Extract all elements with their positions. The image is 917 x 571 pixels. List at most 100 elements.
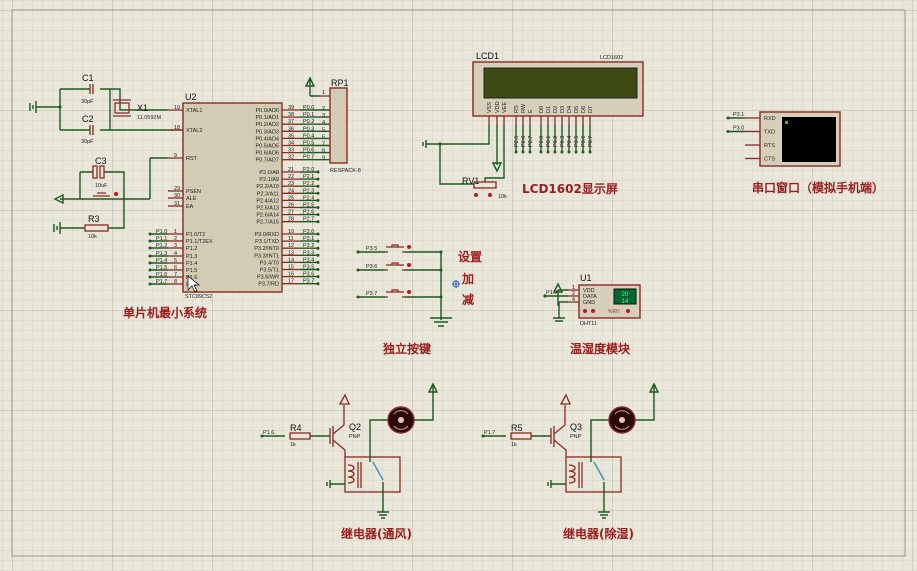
mcu-pin-name: P0.0/AD0 (255, 108, 279, 114)
x1-value: 11.0592M (137, 115, 161, 121)
mcu-pin-name: P3.5/T1 (260, 268, 279, 274)
mcu-pin-number: 15 (288, 265, 294, 271)
lcd-pin-name: D2 (553, 106, 559, 113)
rp1-pin-number: 2 (322, 106, 325, 112)
mcu-part: STC89C52 (185, 294, 212, 300)
mcu-pin-number: 4 (174, 251, 177, 257)
terminal-pin-name: CTS (764, 157, 775, 163)
net-label: P3.2 (303, 243, 314, 249)
net-terminal (514, 150, 518, 154)
relay2-block-label: 继电器(除湿) (563, 526, 634, 541)
mcu-pin-name: PSEN (186, 189, 201, 195)
mcu-pin-name: EA (186, 204, 194, 210)
lcd-part: LCD1602 (600, 55, 623, 61)
dht-block-label: 温湿度模块 (570, 341, 631, 356)
mcu-pin-name: P3.7/RD (258, 282, 279, 288)
mcu-pin-number: 6 (174, 265, 177, 271)
mcu-pin-number: 21 (288, 167, 294, 173)
net-terminal (316, 260, 320, 264)
x1-ref: X1 (137, 103, 148, 113)
rp1-ref: RP1 (331, 78, 349, 88)
lcd-pin-name: RW (521, 103, 527, 113)
rp1-pin-number: 5 (322, 127, 325, 133)
c3-ref: C3 (95, 156, 107, 166)
lcd-pin-name: D0 (539, 106, 545, 113)
mcu-pin-number: 35 (288, 133, 294, 139)
net-label: P2.6 (521, 136, 527, 147)
mcu-pin-number: 23 (288, 181, 294, 187)
mcu-pin-number: 34 (288, 141, 294, 147)
relay1-block-label: 继电器(通风) (341, 526, 412, 541)
net-label: P3.6 (303, 272, 314, 278)
net-label: P2.4 (303, 195, 314, 201)
lcd-block-label: LCD1602显示屏 (522, 182, 618, 196)
transistor-ref: Q2 (349, 422, 361, 432)
mcu-pin-number: 11 (288, 236, 294, 242)
net-label: P1.6 (263, 430, 274, 436)
net-terminal (356, 250, 360, 254)
net-terminal (581, 150, 585, 154)
net-label: P0.1 (303, 112, 314, 118)
mcu-pin-number: 30 (174, 193, 180, 199)
net-terminal (539, 150, 543, 154)
net-label: P0.5 (574, 136, 580, 147)
mcu-pin-name: P2.5/A13 (256, 206, 279, 212)
net-terminal (316, 275, 320, 279)
dht-net: P1.0 (546, 290, 557, 296)
net-label: P0.3 (303, 126, 314, 132)
mcu-pin-name: P0.3/AD3 (255, 129, 279, 135)
mcu-pin-number: 12 (288, 243, 294, 249)
net-label: P3.4 (303, 257, 314, 263)
dht-unit: %RH (608, 309, 620, 315)
mcu-pin-number: 13 (288, 250, 294, 256)
net-label: P3.0 (733, 126, 744, 132)
c2-ref: C2 (82, 114, 94, 124)
rp1-pin-number: 3 (322, 113, 325, 119)
mcu-pin-number: 37 (288, 119, 294, 125)
net-label: P2.5 (303, 203, 314, 209)
dht-button (583, 309, 587, 313)
net-label: P0.7 (588, 136, 594, 147)
mcu-pin-name: P1.3 (186, 254, 197, 260)
mcu-pin-name: RST (186, 156, 198, 162)
net-terminal (148, 282, 152, 286)
mcu-pin-name: P0.6/AD6 (255, 151, 279, 157)
net-terminal (316, 239, 320, 243)
net-terminal (356, 295, 360, 299)
rp1-pin-number: 9 (322, 156, 325, 162)
net-terminal (316, 253, 320, 257)
net-terminal (316, 232, 320, 236)
mcu-pin-number: 31 (174, 201, 180, 207)
mcu-pin-number: 26 (288, 203, 294, 209)
net-label: P3.5 (303, 265, 314, 271)
net-terminal (148, 268, 152, 272)
resistor-ref: R4 (290, 423, 302, 433)
net-label: P3.6 (366, 264, 377, 270)
terminal-pin-name: TXD (764, 130, 775, 136)
mcu-pin-name: P3.0/RXD (255, 232, 279, 238)
resistor-value: 1k (511, 442, 517, 448)
net-terminal (316, 282, 320, 286)
label-set: 设置 (458, 249, 482, 264)
dht-pin-gnd: GND (583, 300, 595, 306)
mcu-pin-name: P0.1/AD1 (255, 115, 279, 121)
mcu-pin-number: 14 (288, 257, 294, 263)
net-label: P3.1 (303, 236, 314, 242)
dht-button (626, 309, 630, 313)
lcd-pin-name: D1 (546, 106, 552, 113)
rp1-pin-number: 6 (322, 134, 325, 140)
mcu-pin-name: P1.2 (186, 246, 197, 252)
net-label: P3.5 (366, 246, 377, 252)
mcu-pin-name: P3.6/WR (257, 275, 279, 281)
transistor-type: PNP (570, 434, 582, 440)
transistor-type: PNP (349, 434, 361, 440)
net-terminal (528, 150, 532, 154)
net-label: P0.6 (303, 148, 314, 154)
schematic-canvas[interactable]: C1 30pF C2 30pF X1 11.0592M C3 10uF R3 1… (0, 0, 917, 571)
mcu-pin-number: 10 (288, 229, 294, 235)
net-terminal (316, 220, 320, 224)
mcu-pin-name: P3.4/T0 (260, 260, 279, 266)
net-terminal (316, 206, 320, 209)
net-label: P1.0 (156, 229, 167, 235)
mcu-pin-name: P2.2/A10 (256, 184, 279, 190)
